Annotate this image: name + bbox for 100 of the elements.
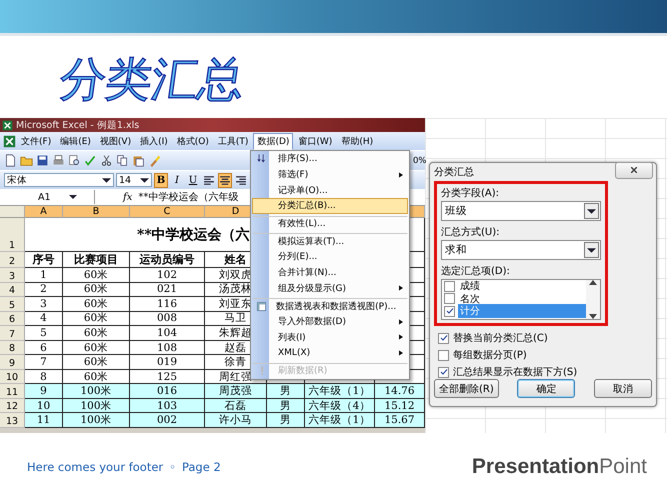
table-cell: 60米 xyxy=(63,282,130,298)
row-header[interactable]: 8 xyxy=(0,340,25,356)
dialog-button[interactable]: 取消 xyxy=(594,379,652,398)
table-cell: 3 xyxy=(25,297,63,312)
menu-item[interactable]: 视图(V) xyxy=(96,132,136,150)
row-header[interactable]: 10 xyxy=(0,370,25,384)
menu-item[interactable]: 格式(O) xyxy=(172,132,213,150)
table-cell: 周茂强 xyxy=(205,384,267,399)
table-cell: 008 xyxy=(130,312,205,326)
field-dropdown[interactable]: 班级 xyxy=(441,201,601,221)
window-title: Microsoft Excel - 例题1.xls xyxy=(16,118,140,132)
column-header[interactable]: B xyxy=(63,206,130,218)
row-header[interactable]: 2 xyxy=(0,252,25,268)
list-item[interactable]: 成绩 xyxy=(442,280,586,292)
dialog-button[interactable]: 全部删除(R) xyxy=(434,379,499,398)
table-cell: 5 xyxy=(25,326,63,341)
field-label: 分类字段(A): xyxy=(441,186,500,200)
format-button[interactable]: B xyxy=(154,172,168,188)
menu-item[interactable]: 帮助(H) xyxy=(337,132,378,150)
table-cell: 10 xyxy=(25,398,63,414)
row-header[interactable]: 11 xyxy=(0,384,25,399)
table-cell: 男 xyxy=(267,384,305,399)
table-cell: 15.12 xyxy=(375,398,425,414)
menu-item[interactable]: 筛选(F) xyxy=(252,166,408,182)
table-cell: 60米 xyxy=(63,268,130,283)
column-header[interactable]: C xyxy=(130,206,205,218)
table-cell: 许小马 xyxy=(205,413,267,428)
column-heading: 运动员编号 xyxy=(130,252,205,268)
slide-title: 分类汇总 xyxy=(56,51,248,108)
column-heading: 比赛项目 xyxy=(63,252,130,268)
menu-item[interactable]: 记录单(O)... xyxy=(252,182,408,198)
menu-item[interactable]: 文件(F) xyxy=(17,132,56,150)
column-header[interactable]: A xyxy=(25,206,63,218)
function-label: fx xyxy=(122,192,134,202)
zoom-level: 0% xyxy=(413,156,425,166)
column-heading: 序号 xyxy=(25,252,63,268)
method-dropdown[interactable]: 求和 xyxy=(441,240,601,260)
format-button[interactable]: U xyxy=(186,172,200,188)
method-label: 汇总方式(U): xyxy=(441,226,500,239)
separator-mark: ◦ xyxy=(169,460,176,474)
menu-item[interactable]: 有效性(L)... xyxy=(252,216,408,232)
table-cell: 11 xyxy=(25,413,63,428)
menu-item[interactable]: 数据透视表和数据透视图(P)... xyxy=(252,298,408,314)
row-header[interactable]: 7 xyxy=(0,326,25,341)
menu-item[interactable]: 窗口(W) xyxy=(294,132,336,150)
table-cell: 019 xyxy=(130,355,205,370)
table-cell: 60米 xyxy=(63,312,130,326)
table-cell: 116 xyxy=(130,297,205,312)
footer-text: Here comes your footer xyxy=(27,460,164,474)
table-cell: 102 xyxy=(130,268,205,283)
table-cell: 002 xyxy=(130,413,205,428)
table-cell: 六年级（4） xyxy=(305,398,375,414)
menu-item[interactable]: 数据(D) xyxy=(253,132,294,150)
table-cell: 60米 xyxy=(63,297,130,312)
table-cell: 9 xyxy=(25,384,63,399)
row-header[interactable]: 6 xyxy=(0,312,25,326)
table-cell: 六年级（1） xyxy=(305,384,375,399)
table-cell: 六年级（1） xyxy=(305,413,375,428)
table-cell: 100米 xyxy=(63,398,130,414)
table-cell: 021 xyxy=(130,282,205,298)
dialog-button[interactable]: 确定 xyxy=(517,379,576,398)
row-header[interactable]: 13 xyxy=(0,413,25,428)
table-cell: 60米 xyxy=(63,355,130,370)
row-header[interactable]: 3 xyxy=(0,268,25,283)
font-name-field[interactable]: 宋体 xyxy=(4,173,114,187)
formula-text: **中学校运会（六年级 xyxy=(138,190,238,204)
table-cell: 100米 xyxy=(63,384,130,399)
items-label: 选定汇总项(D): xyxy=(441,264,511,278)
row-header[interactable]: 12 xyxy=(0,398,25,414)
table-cell: 108 xyxy=(130,340,205,356)
brand-logo: PresentationPoint xyxy=(472,454,647,478)
table-cell: 104 xyxy=(130,326,205,341)
table-cell: 15.67 xyxy=(375,413,425,428)
table-cell: 7 xyxy=(25,355,63,370)
row-header[interactable]: 4 xyxy=(0,282,25,298)
option-label: 替换当前分类汇总(C) xyxy=(453,332,548,345)
menu-item[interactable]: 工具(T) xyxy=(214,132,252,150)
menu-item[interactable]: 模拟运算表(T)... xyxy=(252,233,408,250)
table-cell: 6 xyxy=(25,340,63,356)
page-number: Page 2 xyxy=(182,460,221,474)
option-label: 汇总结果显示在数据下方(S) xyxy=(453,366,578,379)
row-header[interactable]: 9 xyxy=(0,355,25,370)
menu-item[interactable]: 分类汇总(B)... xyxy=(252,198,408,214)
table-cell: 60米 xyxy=(63,326,130,341)
row-header[interactable]: 1 xyxy=(0,218,25,252)
menu-item[interactable]: 插入(I) xyxy=(136,132,172,150)
list-item[interactable]: 名次 xyxy=(442,292,586,305)
name-box[interactable]: A1 xyxy=(0,190,95,204)
table-cell: 石磊 xyxy=(205,398,267,414)
table-cell: 14.76 xyxy=(375,384,425,399)
table-cell: 4 xyxy=(25,312,63,326)
row-header[interactable]: 5 xyxy=(0,297,25,312)
font-size-field[interactable]: 14 xyxy=(116,173,152,187)
table-cell: 男 xyxy=(267,413,305,428)
table-cell: 男 xyxy=(267,398,305,414)
menu-item[interactable]: 编辑(E) xyxy=(56,132,95,150)
format-button[interactable]: I xyxy=(170,172,184,188)
table-cell: 1 xyxy=(25,268,63,283)
table-cell: 2 xyxy=(25,282,63,298)
menu-item[interactable]: 排序(S)... xyxy=(252,151,408,167)
